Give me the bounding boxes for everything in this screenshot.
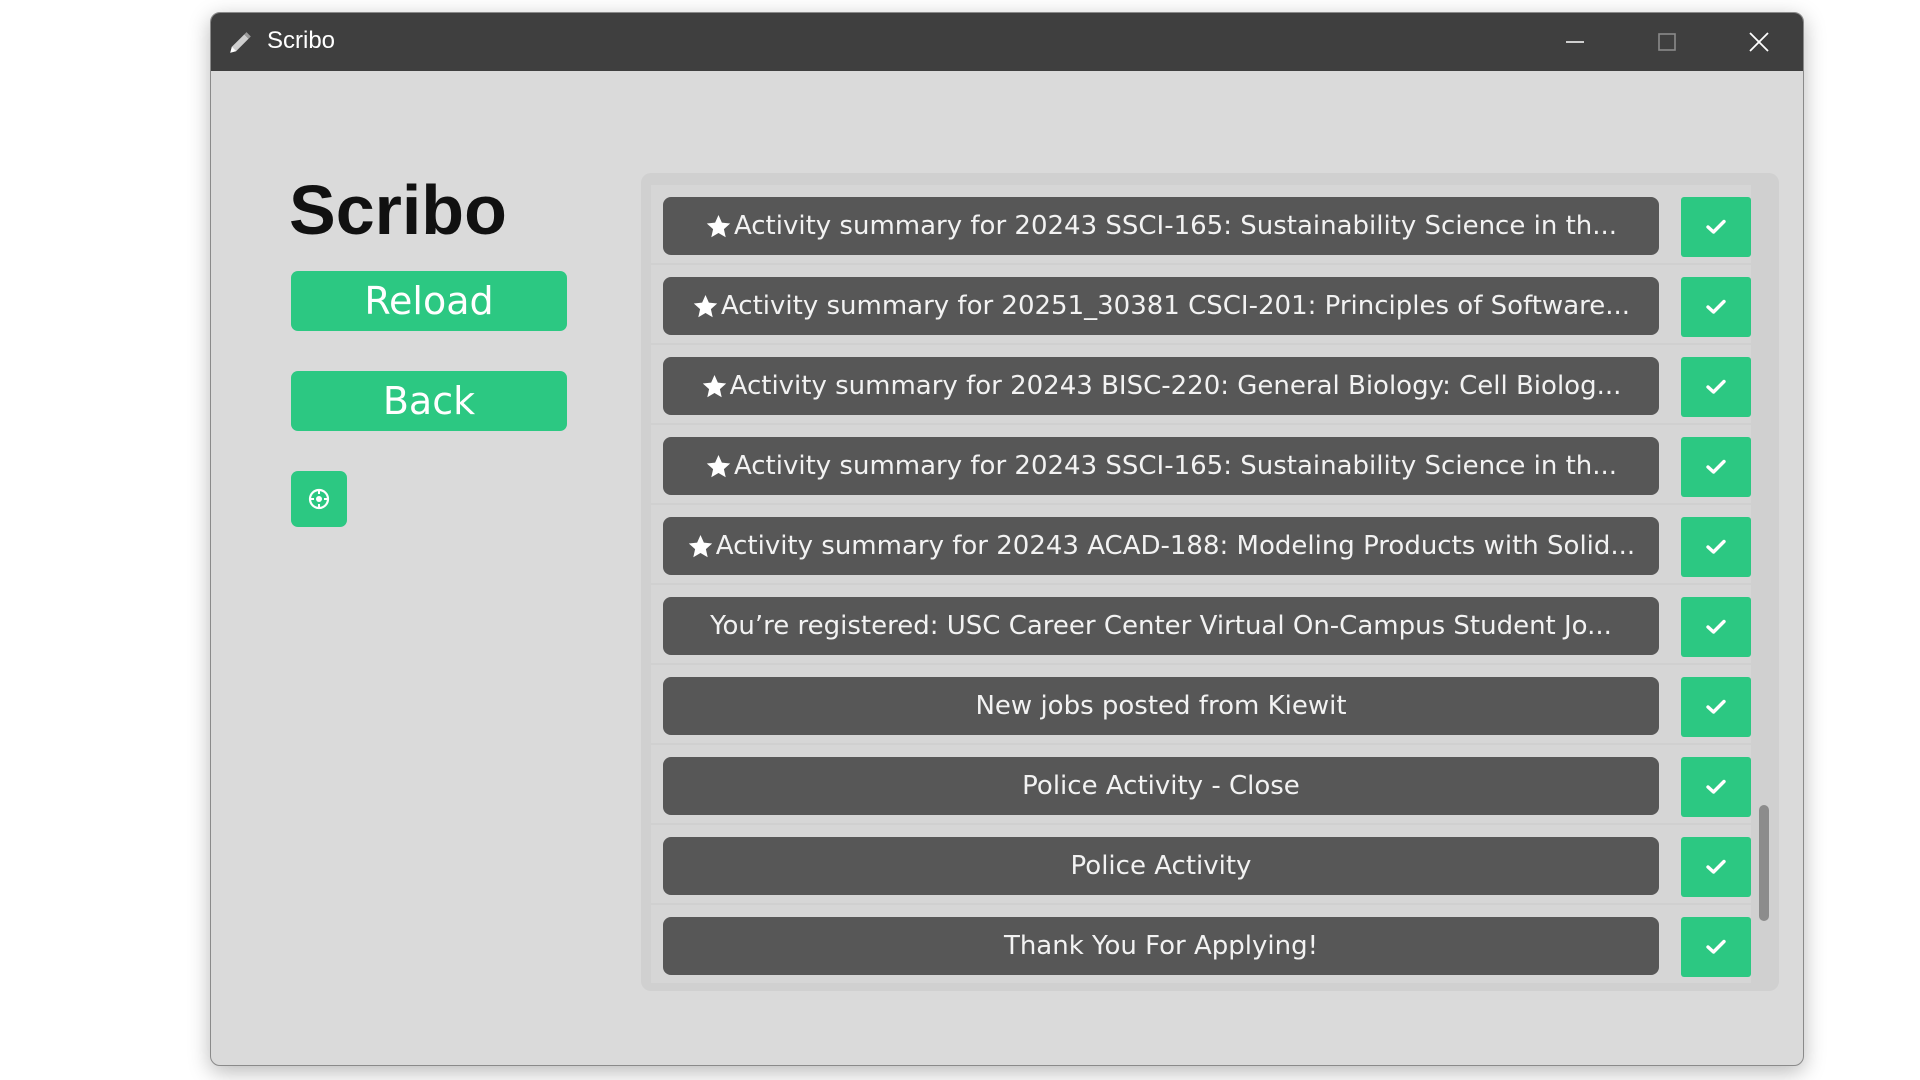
check-icon xyxy=(1706,299,1726,314)
settings-icon xyxy=(308,488,330,510)
star-icon xyxy=(688,534,712,557)
mark-read-button[interactable] xyxy=(1681,357,1751,417)
list-item: Activity summary for 20243 BISC-220: Gen… xyxy=(651,345,1751,423)
email-subject-button[interactable]: Activity summary for 20243 ACAD-188: Mod… xyxy=(663,517,1659,575)
email-subject-button[interactable]: Activity summary for 20243 SSCI-165: Sus… xyxy=(663,437,1659,495)
email-subject: Activity summary for 20243 ACAD-188: Mod… xyxy=(715,531,1636,561)
list-item: Police Activity xyxy=(651,825,1751,903)
mark-read-button[interactable] xyxy=(1681,197,1751,257)
app-window: Scribo Scribo Reload Back Activity summa… xyxy=(210,12,1804,1066)
email-subject: New jobs posted from Kiewit xyxy=(975,691,1347,721)
check-icon xyxy=(1706,219,1726,234)
back-button[interactable]: Back xyxy=(291,371,567,431)
email-subject-button[interactable]: Activity summary for 20243 BISC-220: Gen… xyxy=(663,357,1659,415)
email-subject: Activity summary for 20243 SSCI-165: Sus… xyxy=(733,211,1618,241)
email-subject: You’re registered: USC Career Center Vir… xyxy=(710,611,1612,641)
email-subject-button[interactable]: Thank You For Applying! xyxy=(663,917,1659,975)
email-subject: Activity summary for 20243 SSCI-165: Sus… xyxy=(733,451,1618,481)
mark-read-button[interactable] xyxy=(1681,437,1751,497)
check-icon xyxy=(1706,779,1726,794)
list-item: Police Activity - Close xyxy=(651,745,1751,823)
maximize-button[interactable] xyxy=(1621,13,1713,71)
minimize-icon xyxy=(1566,41,1584,43)
email-subject-button[interactable]: Police Activity - Close xyxy=(663,757,1659,815)
check-icon xyxy=(1706,859,1726,874)
mark-read-button[interactable] xyxy=(1681,837,1751,897)
mark-read-button[interactable] xyxy=(1681,917,1751,977)
close-icon xyxy=(1749,32,1769,52)
mark-read-button[interactable] xyxy=(1681,677,1751,737)
mark-read-button[interactable] xyxy=(1681,517,1751,577)
close-button[interactable] xyxy=(1713,13,1803,71)
list-item: Activity summary for 20251_30381 CSCI-20… xyxy=(651,265,1751,343)
check-icon xyxy=(1706,699,1726,714)
check-icon xyxy=(1706,459,1726,474)
scrollbar[interactable] xyxy=(1759,805,1769,921)
check-icon xyxy=(1706,539,1726,554)
email-subject: Activity summary for 20251_30381 CSCI-20… xyxy=(720,291,1631,321)
check-icon xyxy=(1706,619,1726,634)
email-list[interactable]: Activity summary for 20243 SSCI-165: Sus… xyxy=(641,173,1779,991)
mark-read-button[interactable] xyxy=(1681,277,1751,337)
check-icon xyxy=(1706,939,1726,954)
email-subject: Police Activity - Close xyxy=(1022,771,1300,801)
email-subject: Police Activity xyxy=(1070,851,1252,881)
app-title: Scribo xyxy=(289,171,507,249)
star-icon xyxy=(702,374,726,397)
email-subject-button[interactable]: Activity summary for 20251_30381 CSCI-20… xyxy=(663,277,1659,335)
star-icon xyxy=(693,294,718,317)
settings-button[interactable] xyxy=(291,471,347,527)
list-item: New jobs posted from Kiewit xyxy=(651,665,1751,743)
list-item: Activity summary for 20243 SSCI-165: Sus… xyxy=(651,185,1751,263)
list-item: Activity summary for 20243 ACAD-188: Mod… xyxy=(651,505,1751,583)
email-subject: Activity summary for 20243 BISC-220: Gen… xyxy=(729,371,1622,401)
maximize-icon xyxy=(1658,33,1676,51)
star-icon xyxy=(706,454,731,477)
star-icon xyxy=(706,214,731,237)
pencil-icon xyxy=(230,32,251,53)
email-subject-button[interactable]: You’re registered: USC Career Center Vir… xyxy=(663,597,1659,655)
check-icon xyxy=(1706,379,1726,394)
list-item: Activity summary for 20243 SSCI-165: Sus… xyxy=(651,425,1751,503)
title-bar[interactable]: Scribo xyxy=(211,13,1803,71)
window-title: Scribo xyxy=(267,27,336,54)
email-subject-button[interactable]: New jobs posted from Kiewit xyxy=(663,677,1659,735)
mark-read-button[interactable] xyxy=(1681,597,1751,657)
email-subject: Thank You For Applying! xyxy=(1003,931,1319,961)
list-item: You’re registered: USC Career Center Vir… xyxy=(651,585,1751,663)
email-subject-button[interactable]: Activity summary for 20243 SSCI-165: Sus… xyxy=(663,197,1659,255)
email-subject-button[interactable]: Police Activity xyxy=(663,837,1659,895)
mark-read-button[interactable] xyxy=(1681,757,1751,817)
minimize-button[interactable] xyxy=(1529,13,1621,71)
list-item: Thank You For Applying! xyxy=(651,905,1751,983)
reload-button[interactable]: Reload xyxy=(291,271,567,331)
